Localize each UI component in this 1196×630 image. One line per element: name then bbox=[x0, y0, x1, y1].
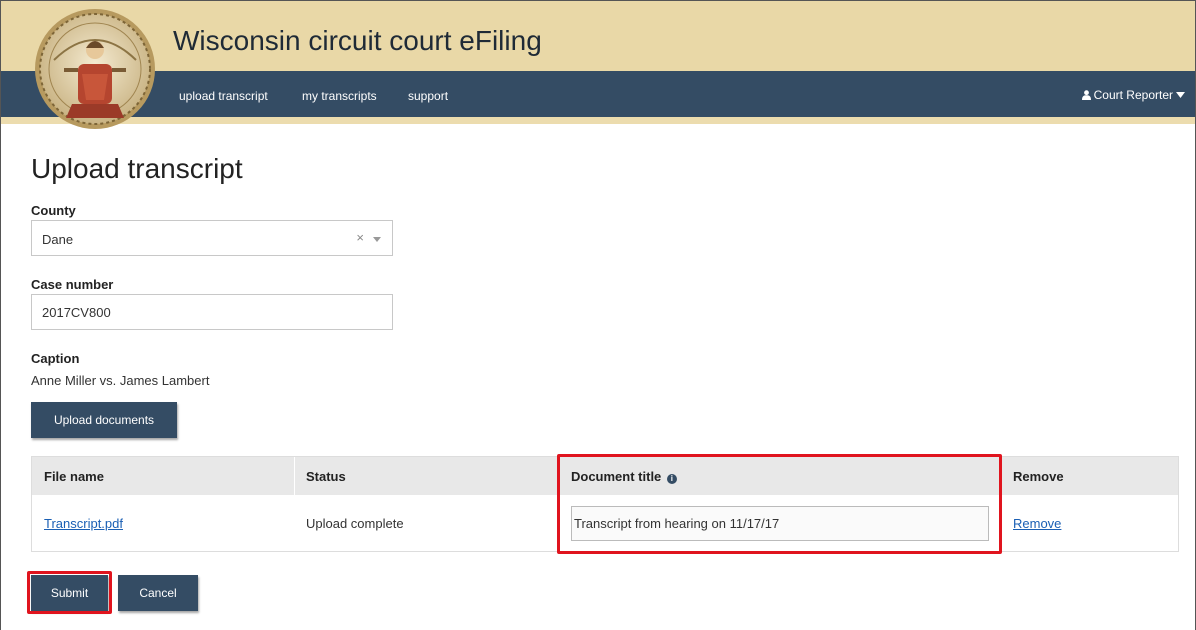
court-seal-icon bbox=[35, 9, 155, 129]
info-icon[interactable]: i bbox=[666, 474, 677, 484]
documents-table: File name Status Document title i Remove… bbox=[31, 456, 1179, 552]
caption-value: Anne Miller vs. James Lambert bbox=[31, 373, 210, 388]
document-title-input[interactable] bbox=[571, 506, 989, 541]
nav-upload-transcript[interactable]: upload transcript bbox=[179, 89, 268, 103]
chevron-down-icon[interactable] bbox=[373, 237, 381, 242]
caret-down-icon bbox=[1176, 92, 1185, 98]
top-navbar: upload transcript my transcripts support… bbox=[1, 71, 1195, 117]
county-select[interactable]: Dane × bbox=[31, 220, 393, 256]
nav-my-transcripts[interactable]: my transcripts bbox=[302, 89, 377, 103]
cancel-button[interactable]: Cancel bbox=[118, 575, 198, 611]
remove-link[interactable]: Remove bbox=[1013, 516, 1061, 531]
county-label: County bbox=[31, 203, 76, 218]
case-number-input[interactable] bbox=[31, 294, 393, 330]
user-menu-label: Court Reporter bbox=[1093, 88, 1173, 102]
page-title: Upload transcript bbox=[31, 153, 243, 184]
header-band: Wisconsin circuit court eFiling bbox=[1, 1, 1195, 71]
case-number-label: Case number bbox=[31, 277, 114, 292]
app-title: Wisconsin circuit court eFiling bbox=[173, 25, 542, 56]
upload-documents-button[interactable]: Upload documents bbox=[31, 402, 177, 438]
clear-icon[interactable]: × bbox=[356, 230, 364, 245]
file-name-link[interactable]: Transcript.pdf bbox=[44, 516, 123, 531]
user-menu[interactable]: Court Reporter bbox=[1081, 88, 1185, 102]
user-icon bbox=[1081, 90, 1091, 100]
upload-status: Upload complete bbox=[306, 516, 404, 531]
nav-support[interactable]: support bbox=[408, 89, 448, 103]
caption-label: Caption bbox=[31, 351, 80, 366]
column-divider bbox=[558, 457, 559, 495]
column-header-file-name: File name bbox=[44, 469, 104, 484]
document-title-header-label: Document title bbox=[571, 469, 662, 484]
column-header-remove: Remove bbox=[1013, 469, 1064, 484]
column-header-document-title: Document title i bbox=[571, 469, 677, 484]
column-header-status: Status bbox=[306, 469, 346, 484]
column-divider bbox=[294, 457, 295, 495]
table-header-row: File name Status Document title i Remove bbox=[32, 457, 1178, 495]
county-select-value: Dane bbox=[42, 232, 74, 247]
submit-button[interactable]: Submit bbox=[31, 575, 108, 611]
header-accent-stripe bbox=[1, 117, 1195, 124]
column-divider bbox=[1001, 457, 1002, 495]
